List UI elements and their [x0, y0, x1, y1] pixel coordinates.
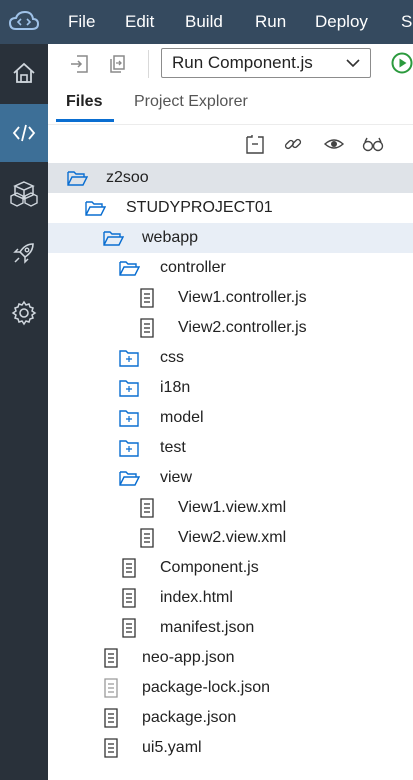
folder-open-icon [67, 171, 88, 186]
sidebar-item-settings[interactable] [0, 284, 48, 342]
menu-file[interactable]: File [68, 0, 95, 44]
tree-label: view [160, 469, 193, 486]
tree-file-view1-controller[interactable]: View1.controller.js [48, 283, 413, 313]
tree-label: controller [160, 259, 226, 276]
file-tree: z2soo STUDYPROJECT01 webapp controller V… [48, 163, 413, 780]
file-icon [122, 558, 136, 578]
explorer-actions [48, 124, 413, 164]
tree-file-component[interactable]: Component.js [48, 553, 413, 583]
tree-folder-i18n[interactable]: i18n [48, 373, 413, 403]
tree-folder-controller[interactable]: controller [48, 253, 413, 283]
tree-label: package.json [142, 709, 237, 726]
file-icon [104, 738, 118, 758]
menu-bar: File Edit Build Run Deploy S [0, 0, 413, 44]
active-tab-indicator [56, 119, 114, 122]
tree-label: neo-app.json [142, 649, 235, 666]
tree-label: model [160, 409, 204, 426]
file-icon [140, 288, 154, 308]
tree-file-neo-app[interactable]: neo-app.json [48, 643, 413, 673]
sidebar-item-home[interactable] [0, 44, 48, 102]
toolbar-separator [148, 50, 149, 78]
sidebar-item-deploy[interactable] [0, 224, 48, 282]
folder-open-icon [119, 471, 140, 486]
menu-search[interactable]: S [401, 0, 412, 44]
tree-folder-view[interactable]: view [48, 463, 413, 493]
tree-label: webapp [142, 229, 199, 246]
folder-closed-icon [119, 410, 139, 427]
tab-project-explorer[interactable]: Project Explorer [134, 84, 248, 120]
tree-folder-css[interactable]: css [48, 343, 413, 373]
tree-file-manifest[interactable]: manifest.json [48, 613, 413, 643]
run-configuration-label: Run Component.js [172, 53, 313, 72]
tree-label: View2.view.xml [178, 529, 287, 546]
folder-closed-icon [119, 380, 139, 397]
menu-build[interactable]: Build [185, 0, 223, 44]
search-glasses-icon[interactable] [362, 133, 384, 155]
tree-folder-z2soo[interactable]: z2soo [48, 163, 413, 193]
folder-open-icon [119, 261, 140, 276]
menu-run[interactable]: Run [255, 0, 286, 44]
tree-file-package[interactable]: package.json [48, 703, 413, 733]
collapse-all-icon[interactable] [244, 133, 266, 155]
chevron-down-icon [346, 59, 360, 68]
side-nav [0, 44, 48, 780]
menu-edit[interactable]: Edit [125, 0, 154, 44]
tree-file-view2-controller[interactable]: View2.controller.js [48, 313, 413, 343]
gear-icon [11, 300, 37, 326]
tree-label: i18n [160, 379, 191, 396]
show-hidden-icon[interactable] [323, 133, 345, 155]
tree-file-view1-view[interactable]: View1.view.xml [48, 493, 413, 523]
sidebar-item-cubes[interactable] [0, 164, 48, 222]
tree-label: View2.controller.js [178, 319, 307, 336]
tree-folder-webapp[interactable]: webapp [48, 223, 413, 253]
sap-cloud-code-icon[interactable] [8, 9, 40, 35]
export-icon[interactable] [106, 52, 130, 76]
tree-label: Component.js [160, 559, 259, 576]
tree-label: STUDYPROJECT01 [126, 199, 273, 216]
file-icon [122, 588, 136, 608]
tab-files[interactable]: Files [66, 84, 102, 120]
toolbar: Run Component.js [48, 44, 413, 85]
file-icon [140, 318, 154, 338]
explorer-tabs: Files Project Explorer [48, 84, 413, 122]
tree-label: View1.controller.js [178, 289, 307, 306]
code-icon [12, 124, 36, 142]
tree-folder-studyproject01[interactable]: STUDYPROJECT01 [48, 193, 413, 223]
folder-closed-icon [119, 440, 139, 457]
rocket-icon [13, 243, 34, 264]
tree-label: ui5.yaml [142, 739, 202, 756]
tree-file-view2-view[interactable]: View2.view.xml [48, 523, 413, 553]
folder-open-icon [103, 231, 124, 246]
tree-label: package-lock.json [142, 679, 271, 696]
import-icon[interactable] [68, 52, 92, 76]
file-icon [140, 498, 154, 518]
file-icon [122, 618, 136, 638]
tree-label: css [160, 349, 184, 366]
tree-label: test [160, 439, 186, 456]
tree-label: View1.view.xml [178, 499, 287, 516]
home-icon [13, 62, 35, 83]
file-icon [104, 648, 118, 668]
tree-file-package-lock[interactable]: package-lock.json [48, 673, 413, 703]
tree-folder-test[interactable]: test [48, 433, 413, 463]
file-icon [104, 678, 118, 698]
run-icon[interactable] [391, 52, 413, 74]
file-icon [104, 708, 118, 728]
link-icon[interactable] [282, 133, 304, 155]
tree-label: z2soo [106, 169, 149, 186]
tree-label: index.html [160, 589, 233, 606]
sidebar-item-code[interactable] [0, 104, 48, 162]
folder-open-icon [85, 201, 106, 216]
cubes-icon [10, 181, 38, 207]
run-configuration-select[interactable]: Run Component.js [161, 48, 371, 78]
folder-closed-icon [119, 350, 139, 367]
tree-file-index[interactable]: index.html [48, 583, 413, 613]
tree-folder-model[interactable]: model [48, 403, 413, 433]
tree-file-ui5-yaml[interactable]: ui5.yaml [48, 733, 413, 763]
file-icon [140, 528, 154, 548]
tree-label: manifest.json [160, 619, 255, 636]
menu-deploy[interactable]: Deploy [315, 0, 368, 44]
